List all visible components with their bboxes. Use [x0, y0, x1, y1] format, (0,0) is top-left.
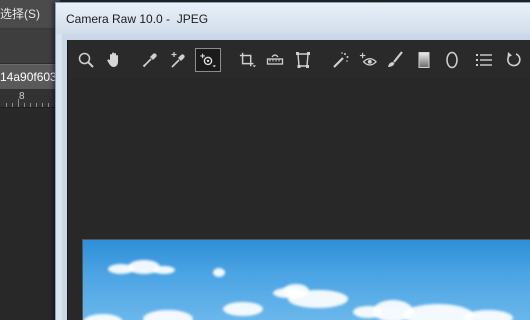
- image-preview-area[interactable]: [68, 78, 530, 320]
- cloud: [223, 302, 263, 316]
- document-tab-label: 14a90f603: [0, 70, 57, 84]
- sky-photo: [82, 239, 530, 320]
- ruler-tick: [6, 103, 7, 107]
- preferences-tool[interactable]: [473, 49, 495, 71]
- list-icon: [476, 54, 492, 66]
- screen: 选择(S) 14a90f603 8 Camera Raw 10.0 - JPEG: [0, 0, 530, 320]
- hand-tool[interactable]: [103, 49, 125, 71]
- cloud: [143, 310, 193, 320]
- document-tab[interactable]: 14a90f603: [0, 64, 60, 89]
- crop-tool[interactable]: [235, 49, 261, 71]
- adjustment-brush-tool[interactable]: [384, 49, 406, 71]
- window-title: Camera Raw 10.0 - JPEG: [66, 12, 209, 26]
- straighten-icon: [266, 54, 284, 65]
- ruler-tick: [12, 103, 13, 107]
- straighten-tool[interactable]: [264, 49, 286, 71]
- radial-filter-tool[interactable]: [441, 49, 463, 71]
- photoshop-canvas: [0, 108, 60, 320]
- ruler-tick: [48, 103, 49, 107]
- hand-icon: [107, 52, 118, 67]
- cloud: [153, 266, 175, 274]
- window-titlebar[interactable]: Camera Raw 10.0 - JPEG: [56, 3, 530, 34]
- red-eye-tool[interactable]: [356, 49, 380, 71]
- cloud: [288, 290, 348, 308]
- targeted-adjustment-tool[interactable]: [195, 48, 221, 72]
- menu-select[interactable]: 选择(S): [0, 5, 40, 22]
- photoshop-menubar: 选择(S): [0, 0, 60, 29]
- graduated-filter-icon: [418, 52, 430, 68]
- targeted-adjustment-icon: [200, 53, 217, 68]
- ruler-tick: [24, 103, 25, 107]
- radial-filter-icon: [446, 51, 458, 69]
- camera-raw-body: [67, 40, 530, 320]
- ruler-tick: [36, 103, 37, 107]
- cloud: [463, 310, 513, 320]
- rotate-tool[interactable]: [504, 49, 526, 71]
- ruler-tick: [30, 103, 31, 107]
- transform-tool[interactable]: [292, 49, 314, 71]
- brush-icon: [388, 51, 403, 67]
- cloud: [83, 314, 123, 320]
- camera-raw-toolbar: [68, 40, 530, 78]
- rotate-icon: [507, 52, 521, 67]
- horizontal-ruler: 8: [0, 89, 60, 108]
- eyedropper-icon: [142, 53, 157, 68]
- color-sampler-tool[interactable]: [167, 49, 189, 71]
- cloud: [213, 268, 225, 277]
- ruler-tick: [42, 103, 43, 107]
- ruler-tick: [18, 99, 19, 107]
- ruler-number: 8: [19, 91, 25, 102]
- spot-removal-icon: [333, 52, 349, 68]
- camera-raw-window: Camera Raw 10.0 - JPEG: [55, 2, 530, 320]
- transform-icon: [296, 52, 310, 68]
- spot-removal-tool[interactable]: [330, 49, 352, 71]
- graduated-filter-tool[interactable]: [413, 49, 435, 71]
- red-eye-icon: [359, 52, 377, 66]
- photoshop-background: 选择(S) 14a90f603 8: [0, 0, 60, 320]
- magnifier-icon: [78, 52, 94, 68]
- white-balance-tool[interactable]: [139, 49, 161, 71]
- zoom-tool[interactable]: [75, 49, 97, 71]
- photoshop-options-bar: [0, 29, 60, 64]
- color-sampler-icon: [171, 52, 185, 68]
- crop-icon: [239, 52, 257, 68]
